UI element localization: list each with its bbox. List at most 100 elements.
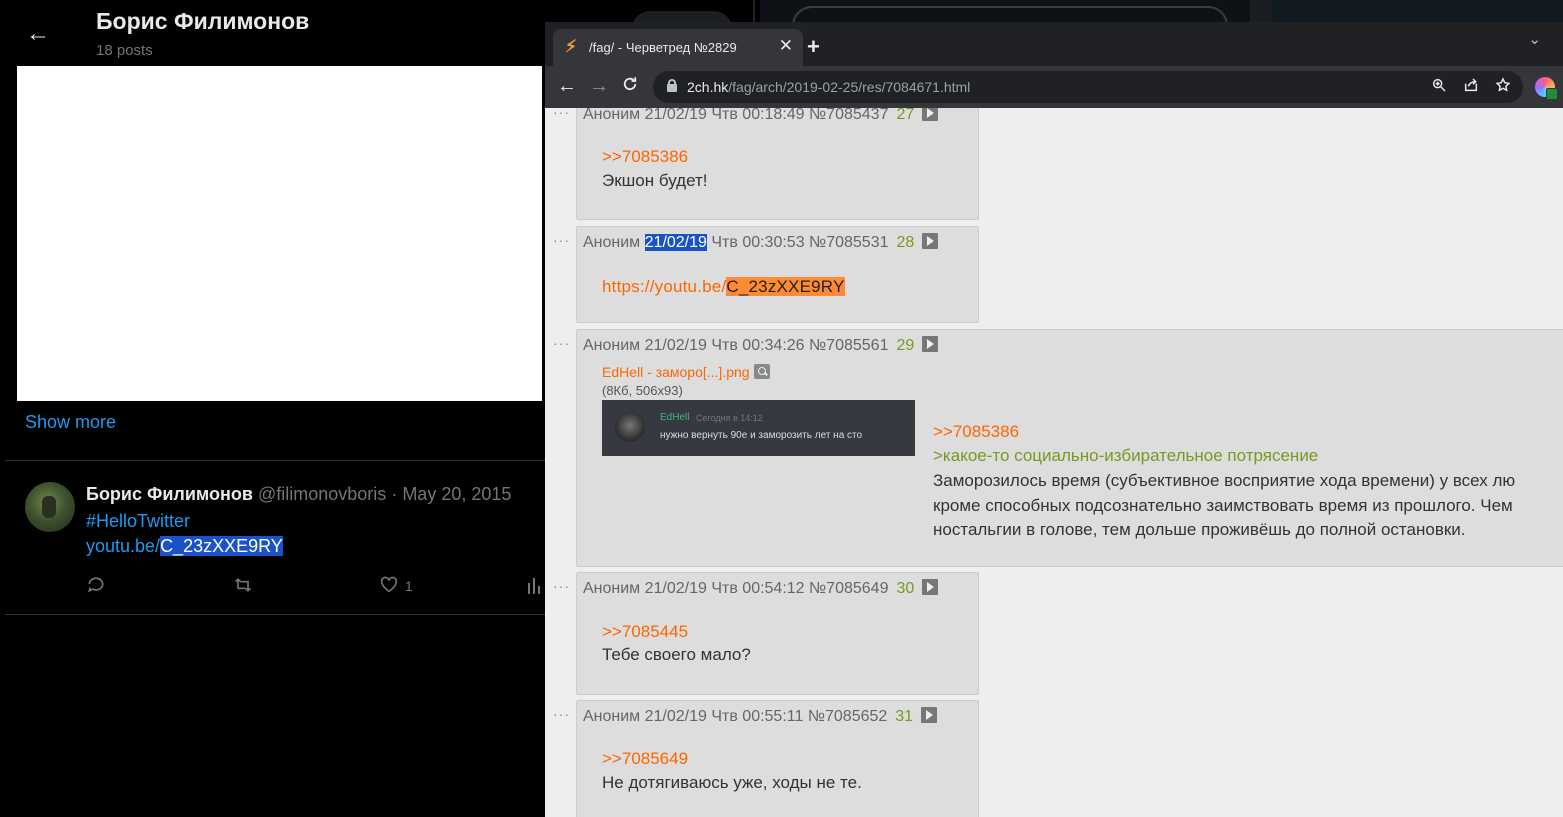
bar-chart-icon[interactable] <box>527 575 543 601</box>
reload-icon[interactable] <box>621 75 639 98</box>
post-header: Аноним 21/02/19 Чтв 00:55:11 №7085652 31 <box>583 707 938 726</box>
post-7085531: Аноним 21/02/19 Чтв 00:30:53 №7085531 28 … <box>576 226 979 323</box>
post-number[interactable]: 29 <box>896 337 914 354</box>
file-name: EdHell - заморо[...].png <box>602 364 750 380</box>
lock-icon[interactable] <box>667 79 677 92</box>
post-menu-icon[interactable]: ··· <box>553 336 570 350</box>
play-icon[interactable] <box>922 579 939 595</box>
tweet-media[interactable] <box>17 66 542 401</box>
share-icon[interactable] <box>1463 77 1479 98</box>
tab-title: /fag/ - Черветред №2829 <box>589 40 737 55</box>
post-7085649: Аноним 21/02/19 Чтв 00:54:12 №7085649 30 … <box>576 572 979 695</box>
reply-link[interactable]: >>7085386 <box>933 422 1019 442</box>
post-number[interactable]: 31 <box>895 708 913 725</box>
play-icon[interactable] <box>922 336 939 352</box>
profile-name: Борис Филимонов <box>96 8 310 34</box>
post-date-selected[interactable]: 21/02/19 <box>644 234 707 251</box>
tweet-link[interactable]: youtu.be/C_23zXXE9RY <box>86 536 283 557</box>
tweet-separator: · <box>391 484 398 504</box>
thumb-message: нужно вернуть 90е и заморозить лет на ст… <box>660 430 863 441</box>
post-text: Не дотягиваюсь уже, ходы не те. <box>602 773 862 792</box>
post-header: Аноним 21/02/19 Чтв 00:18:49 №7085437 27 <box>583 108 939 124</box>
post-header: Аноним 21/02/19 Чтв 00:34:26 №7085561 29 <box>583 336 939 355</box>
zoom-icon[interactable] <box>1431 77 1447 98</box>
avatar[interactable] <box>25 482 75 532</box>
post-author: Аноним <box>583 234 641 251</box>
post-menu-icon[interactable]: ··· <box>553 579 570 593</box>
play-icon[interactable] <box>922 233 939 249</box>
posts-count: 18 posts <box>96 42 153 59</box>
reply-icon[interactable] <box>86 575 106 601</box>
search-icon[interactable] <box>753 364 770 379</box>
tweet-author[interactable]: Борис Филимонов <box>86 484 253 504</box>
thumb-time: Сегодня в 14:12 <box>696 413 763 423</box>
file-link[interactable]: EdHell - заморо[...].png <box>602 364 770 380</box>
background-strip-dark <box>1272 0 1563 24</box>
file-meta: (8Кб, 506x93) <box>602 383 683 398</box>
retweet-icon[interactable] <box>232 575 254 601</box>
thread-page: ··· Аноним 21/02/19 Чтв 00:18:49 №708543… <box>545 108 1563 817</box>
youtube-link-highlight: C_23zXXE9RY <box>726 277 845 296</box>
greentext-quote: >какое-то социально-избирательное потряс… <box>933 446 1319 465</box>
post-menu-icon[interactable]: ··· <box>553 108 570 119</box>
youtube-link-prefix: https://youtu.be/ <box>602 277 727 296</box>
tab-bar: ⚡︎ /fag/ - Черветред №2829 ✕ + ⌄ <box>545 22 1563 66</box>
post-text: Тебе своего мало? <box>602 645 751 664</box>
play-icon[interactable] <box>922 108 939 121</box>
toolbar: ← → 2ch.hk/fag/arch/2019-02-25/res/70846… <box>545 66 1563 108</box>
browser-window: ⚡︎ /fag/ - Черветред №2829 ✕ + ⌄ ← → 2ch… <box>545 22 1563 817</box>
tab-active[interactable]: ⚡︎ /fag/ - Черветред №2829 ✕ <box>553 29 803 66</box>
youtube-link[interactable]: https://youtu.be/C_23zXXE9RY <box>602 277 845 297</box>
post-header: Аноним 21/02/19 Чтв 00:54:12 №7085649 30 <box>583 579 939 598</box>
back-icon[interactable]: ← <box>557 75 577 97</box>
post-meta[interactable]: Аноним 21/02/19 Чтв 00:54:12 №7085649 <box>583 580 888 597</box>
tweet-link-selected: C_23zXXE9RY <box>160 536 283 556</box>
tweet-date[interactable]: May 20, 2015 <box>402 484 511 504</box>
background-block <box>1250 0 1272 24</box>
tweet-header: Борис Филимонов @filimonovboris · May 20… <box>86 484 511 505</box>
heart-icon <box>379 576 399 598</box>
forward-icon[interactable]: → <box>589 75 609 97</box>
chevron-down-icon[interactable]: ⌄ <box>1528 30 1541 48</box>
arrow-left-icon[interactable]: ← <box>24 20 52 48</box>
url-text[interactable]: 2ch.hk/fag/arch/2019-02-25/res/7084671.h… <box>687 79 970 95</box>
show-more-link[interactable]: Show more <box>25 412 116 433</box>
image-thumbnail[interactable]: EdHell Сегодня в 14:12 нужно вернуть 90е… <box>602 400 915 456</box>
reply-link[interactable]: >>7085649 <box>602 749 688 769</box>
tweet-handle[interactable]: @filimonovboris <box>258 484 386 504</box>
post-meta[interactable]: Чтв 00:30:53 №7085531 <box>711 234 888 251</box>
play-icon[interactable] <box>921 707 938 723</box>
star-icon[interactable] <box>1495 77 1511 98</box>
post-header: Аноним 21/02/19 Чтв 00:30:53 №7085531 28 <box>583 233 939 252</box>
lightning-icon: ⚡︎ <box>565 37 577 56</box>
post-meta[interactable]: Аноним 21/02/19 Чтв 00:34:26 №7085561 <box>583 337 888 354</box>
post-menu-icon[interactable]: ··· <box>553 707 570 721</box>
post-text-line: кроме способных подсознательно заимствов… <box>933 496 1513 515</box>
tweet-link-prefix: youtu.be/ <box>86 536 161 556</box>
post-menu-icon[interactable]: ··· <box>553 233 570 247</box>
reply-link[interactable]: >>7085445 <box>602 622 688 642</box>
post-text-line: Заморозилось время (субъективное восприя… <box>933 471 1516 490</box>
post-7085561: Аноним 21/02/19 Чтв 00:34:26 №7085561 29 … <box>576 329 1563 567</box>
like-button[interactable]: 1 <box>379 575 413 599</box>
reply-link[interactable]: >>7085386 <box>602 147 688 167</box>
thumb-username: EdHell <box>660 412 690 423</box>
like-count: 1 <box>405 578 413 594</box>
plus-icon[interactable]: + <box>807 36 820 58</box>
post-text: Экшон будет! <box>602 171 708 190</box>
post-text-line: ностальгии в голове, тем дольше проживёш… <box>933 520 1466 539</box>
post-7085652: Аноним 21/02/19 Чтв 00:55:11 №7085652 31 … <box>576 700 979 817</box>
close-icon[interactable]: ✕ <box>779 37 793 55</box>
post-number[interactable]: 28 <box>897 234 915 251</box>
url-host: 2ch.hk <box>687 79 729 95</box>
thumb-avatar <box>615 412 645 442</box>
post-meta[interactable]: Аноним 21/02/19 Чтв 00:18:49 №7085437 <box>583 108 888 123</box>
post-number[interactable]: 27 <box>896 108 914 123</box>
post-meta[interactable]: Аноним 21/02/19 Чтв 00:55:11 №7085652 <box>583 708 887 725</box>
post-number[interactable]: 30 <box>896 580 914 597</box>
url-path: /fag/arch/2019-02-25/res/7084671.html <box>728 79 971 95</box>
tweet-hashtag[interactable]: #HelloTwitter <box>86 511 190 532</box>
address-bar[interactable]: 2ch.hk/fag/arch/2019-02-25/res/7084671.h… <box>653 71 1523 103</box>
extension-icon[interactable] <box>1535 77 1558 100</box>
post-7085437: Аноним 21/02/19 Чтв 00:18:49 №7085437 27 … <box>576 108 979 220</box>
